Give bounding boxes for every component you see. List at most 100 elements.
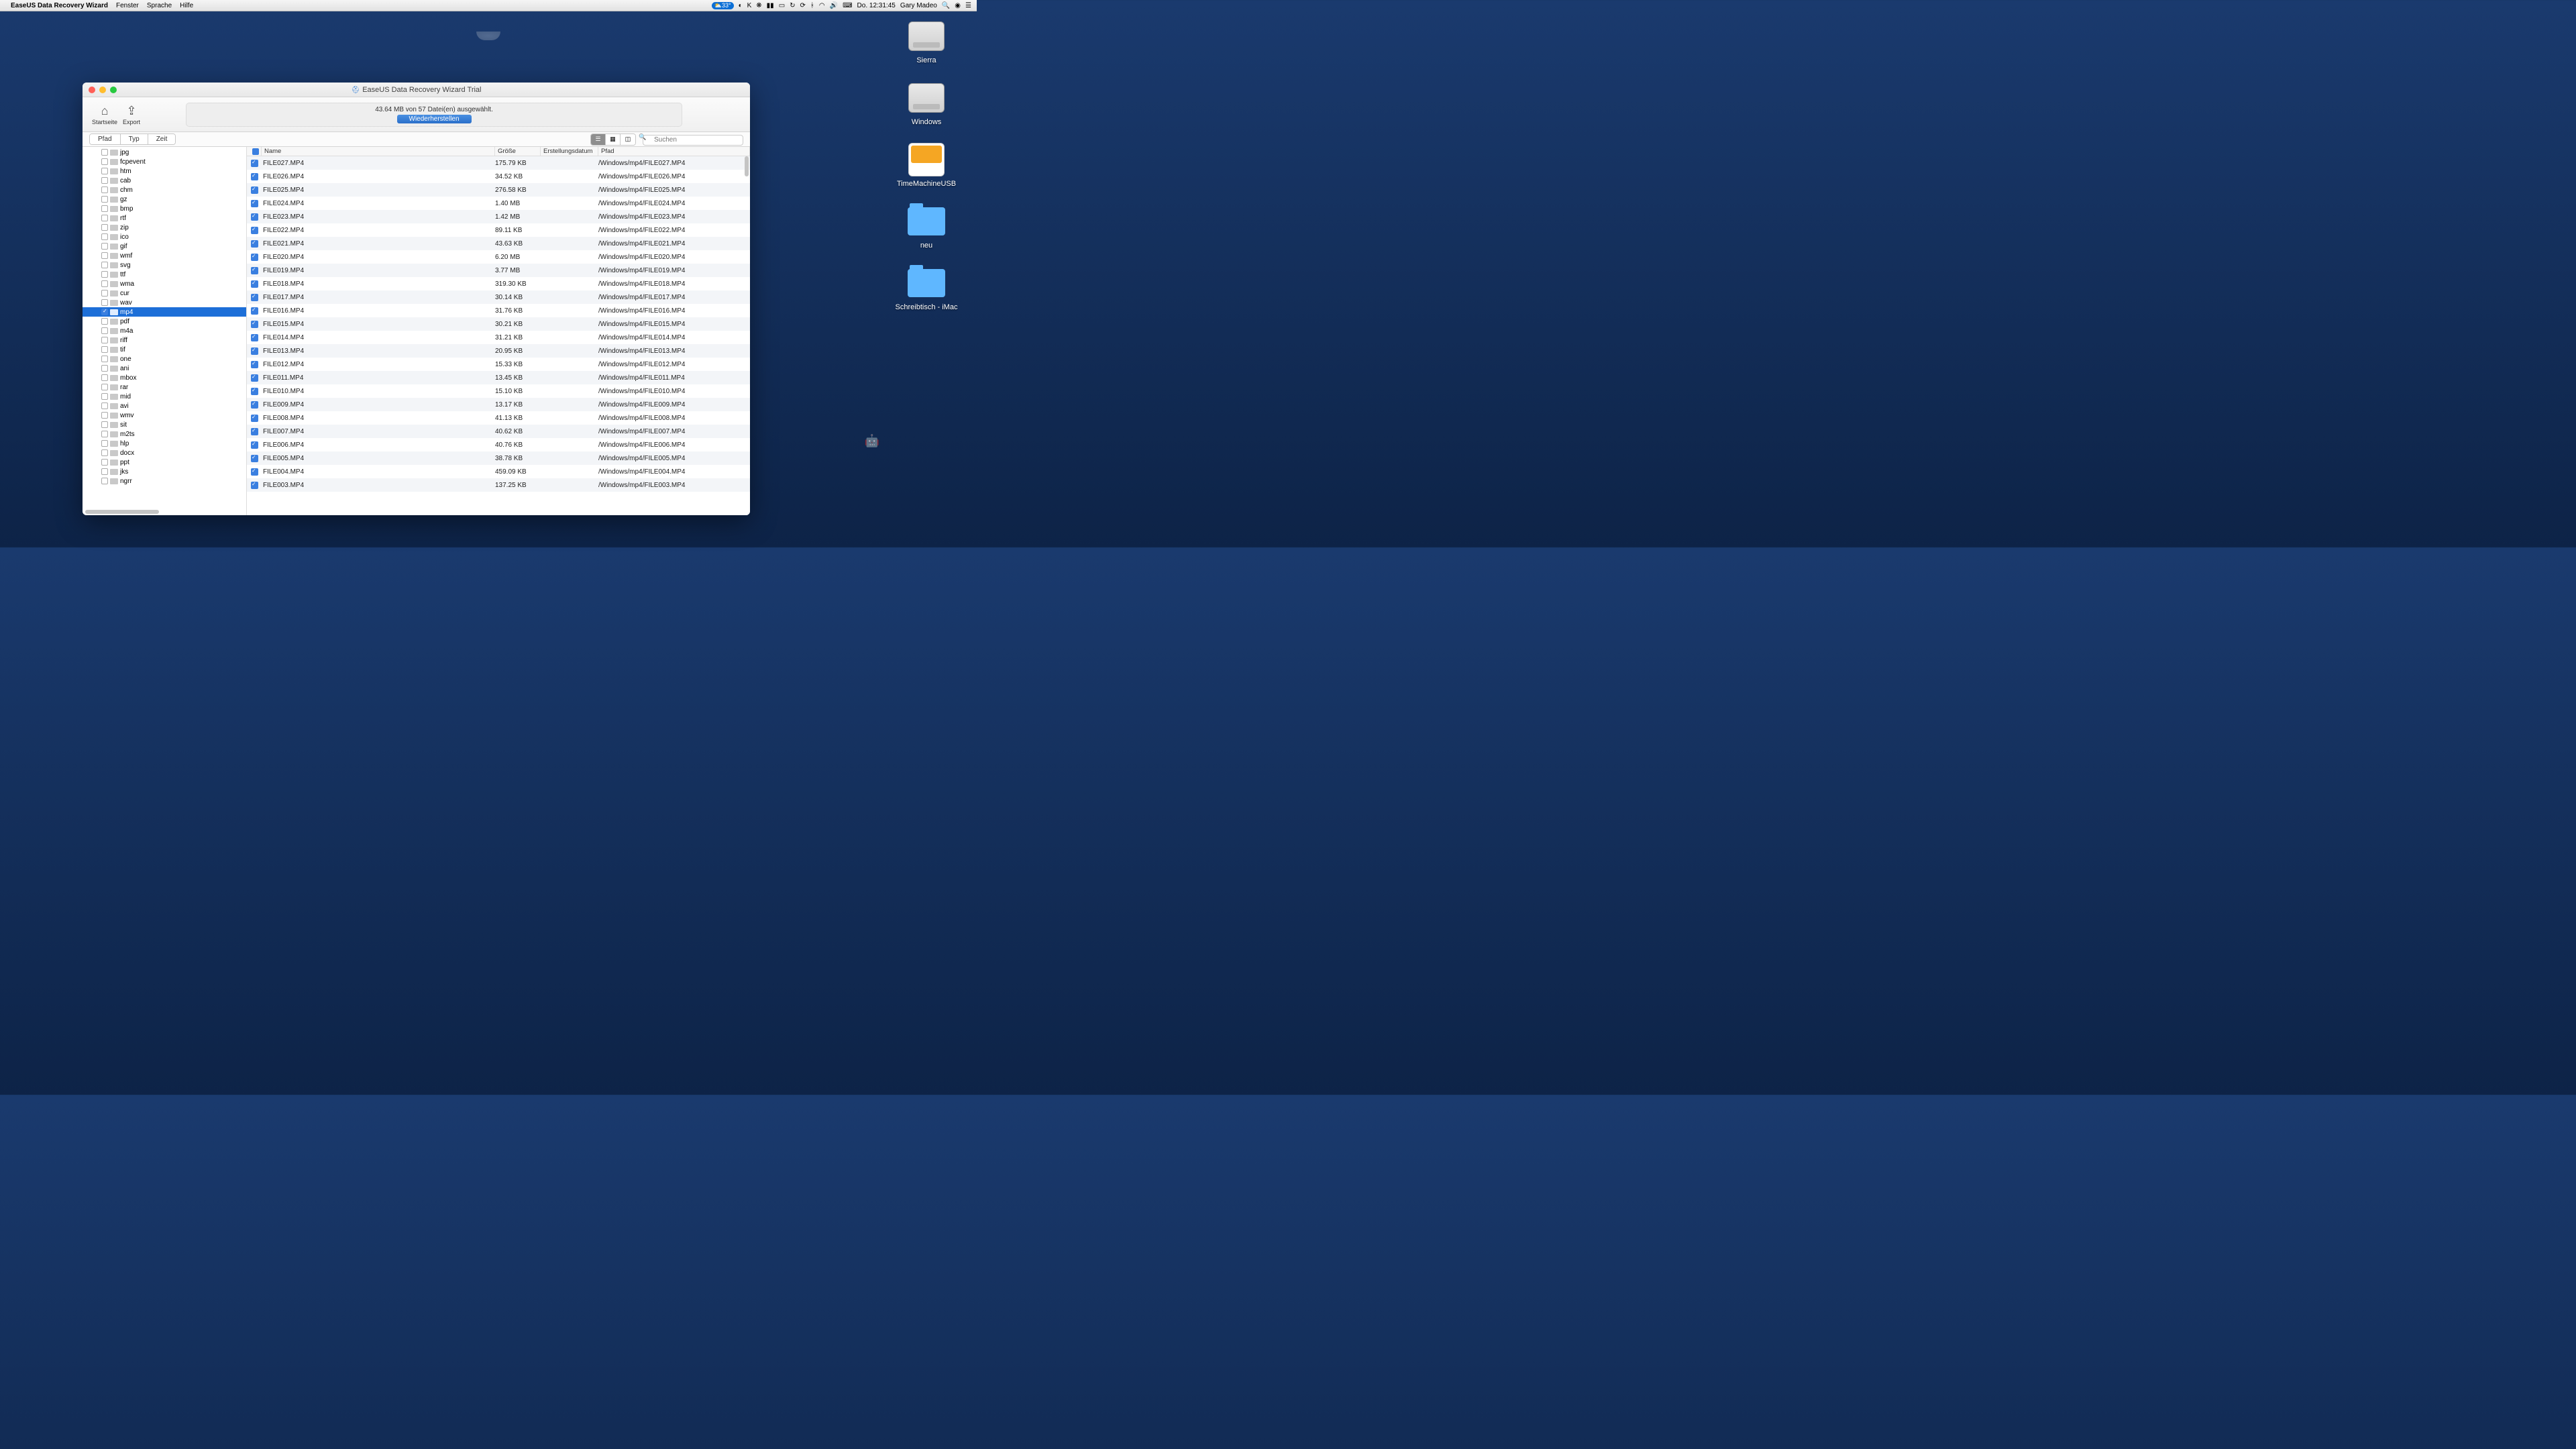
file-checkbox[interactable] [247,173,262,180]
menubar-clock[interactable]: Do. 12:31:45 [857,2,896,9]
desktop-icon-neu[interactable]: neu [906,204,947,250]
sidebar-checkbox[interactable] [101,402,108,409]
file-checkbox[interactable] [247,307,262,315]
export-button[interactable]: ⇪ Export [123,104,140,125]
sidebar-scrollbar[interactable] [85,510,159,514]
file-row[interactable]: FILE011.MP413.45 KB/Windows/mp4/FILE011.… [247,371,750,384]
sidebar-checkbox[interactable] [101,346,108,353]
sidebar-checkbox[interactable] [101,374,108,381]
battery-icon[interactable]: ▮▮ [767,2,774,9]
sidebar-checkbox[interactable] [101,468,108,475]
desktop-icon-timemachineusb[interactable]: TimeMachineUSB [897,142,956,188]
sidebar-item-ttf[interactable]: ttf [83,270,246,279]
file-row[interactable]: FILE019.MP43.77 MB/Windows/mp4/FILE019.M… [247,264,750,277]
file-checkbox[interactable] [247,401,262,409]
sidebar-item-wav[interactable]: wav [83,298,246,307]
menubar-app-name[interactable]: EaseUS Data Recovery Wizard [11,2,108,9]
column-path[interactable]: Pfad [598,147,750,156]
search-input[interactable] [643,135,743,146]
sidebar-item-htm[interactable]: htm [83,166,246,176]
sidebar-item-mbox[interactable]: mbox [83,373,246,382]
sidebar-checkbox[interactable] [101,186,108,193]
sidebar-item-rar[interactable]: rar [83,382,246,392]
column-size[interactable]: Größe [495,147,541,156]
file-checkbox[interactable] [247,321,262,328]
file-checkbox[interactable] [247,160,262,167]
sidebar-checkbox[interactable] [101,393,108,400]
sidebar-item-mp4[interactable]: mp4 [83,307,246,317]
desktop-icon-windows[interactable]: Windows [906,80,947,126]
sidebar-checkbox[interactable] [101,356,108,362]
tab-typ[interactable]: Typ [121,134,148,144]
file-row[interactable]: FILE009.MP413.17 KB/Windows/mp4/FILE009.… [247,398,750,411]
sidebar-item-ppt[interactable]: ppt [83,458,246,467]
view-list-icon[interactable]: ☰ [591,134,606,145]
nvidia-icon[interactable]: ◐ [739,2,743,9]
column-name[interactable]: Name [262,147,495,156]
menu-fenster[interactable]: Fenster [116,2,139,9]
file-checkbox[interactable] [247,388,262,395]
file-checkbox[interactable] [247,347,262,355]
sidebar-checkbox[interactable] [101,299,108,306]
desktop-icon-sierra[interactable]: Sierra [906,19,947,64]
sidebar-checkbox[interactable] [101,205,108,212]
sidebar-checkbox[interactable] [101,449,108,456]
sidebar-checkbox[interactable] [101,243,108,250]
sidebar-item-gz[interactable]: gz [83,195,246,204]
sidebar-item-zip[interactable]: zip [83,223,246,232]
fan-icon[interactable]: ❋ [756,2,761,9]
file-checkbox[interactable] [247,254,262,261]
file-row[interactable]: FILE027.MP4175.79 KB/Windows/mp4/FILE027… [247,156,750,170]
file-row[interactable]: FILE010.MP415.10 KB/Windows/mp4/FILE010.… [247,384,750,398]
sidebar-item-docx[interactable]: docx [83,448,246,458]
file-checkbox[interactable] [247,200,262,207]
file-checkbox[interactable] [247,455,262,462]
sidebar-item-wmf[interactable]: wmf [83,251,246,260]
file-row[interactable]: FILE013.MP420.95 KB/Windows/mp4/FILE013.… [247,344,750,358]
file-scrollbar[interactable] [745,156,749,176]
notification-center-icon[interactable]: ☰ [965,2,971,9]
sidebar-checkbox[interactable] [101,327,108,334]
file-checkbox[interactable] [247,267,262,274]
sidebar-checkbox[interactable] [101,280,108,287]
sidebar-checkbox[interactable] [101,459,108,466]
sidebar-item-m4a[interactable]: m4a [83,326,246,335]
file-row[interactable]: FILE014.MP431.21 KB/Windows/mp4/FILE014.… [247,331,750,344]
sidebar-item-fcpevent[interactable]: fcpevent [83,157,246,166]
sidebar-item-m2ts[interactable]: m2ts [83,429,246,439]
sidebar-item-cur[interactable]: cur [83,288,246,298]
sidebar-checkbox[interactable] [101,177,108,184]
home-button[interactable]: ⌂ Startseite [92,104,117,125]
timemachine-icon[interactable]: ⟳ [800,2,806,9]
sidebar-item-ani[interactable]: ani [83,364,246,373]
file-row[interactable]: FILE012.MP415.33 KB/Windows/mp4/FILE012.… [247,358,750,371]
sidebar-checkbox[interactable] [101,149,108,156]
sidebar-item-cab[interactable]: cab [83,176,246,185]
sidebar-item-ngrr[interactable]: ngrr [83,476,246,486]
sidebar-item-gif[interactable]: gif [83,241,246,251]
file-checkbox[interactable] [247,482,262,489]
file-row[interactable]: FILE021.MP443.63 KB/Windows/mp4/FILE021.… [247,237,750,250]
menubar-user[interactable]: Gary Madeo [900,2,937,9]
sidebar-item-one[interactable]: one [83,354,246,364]
sidebar-item-wmv[interactable]: wmv [83,411,246,420]
display-icon[interactable]: ▭ [779,2,785,9]
sync-icon[interactable]: ↻ [790,2,795,9]
sidebar-item-chm[interactable]: chm [83,185,246,195]
sidebar-item-sit[interactable]: sit [83,420,246,429]
file-row[interactable]: FILE005.MP438.78 KB/Windows/mp4/FILE005.… [247,451,750,465]
spotlight-icon[interactable]: 🔍 [942,2,950,9]
file-row[interactable]: FILE003.MP4137.25 KB/Windows/mp4/FILE003… [247,478,750,492]
menu-hilfe[interactable]: Hilfe [180,2,193,9]
sidebar-item-svg[interactable]: svg [83,260,246,270]
siri-icon[interactable]: ◉ [955,2,961,9]
file-row[interactable]: FILE007.MP440.62 KB/Windows/mp4/FILE007.… [247,425,750,438]
file-row[interactable]: FILE015.MP430.21 KB/Windows/mp4/FILE015.… [247,317,750,331]
file-row[interactable]: FILE025.MP4276.58 KB/Windows/mp4/FILE025… [247,183,750,197]
sidebar-checkbox[interactable] [101,478,108,484]
file-checkbox[interactable] [247,280,262,288]
sidebar-checkbox[interactable] [101,431,108,437]
sidebar-item-tif[interactable]: tif [83,345,246,354]
sidebar-checkbox[interactable] [101,318,108,325]
file-checkbox[interactable] [247,374,262,382]
